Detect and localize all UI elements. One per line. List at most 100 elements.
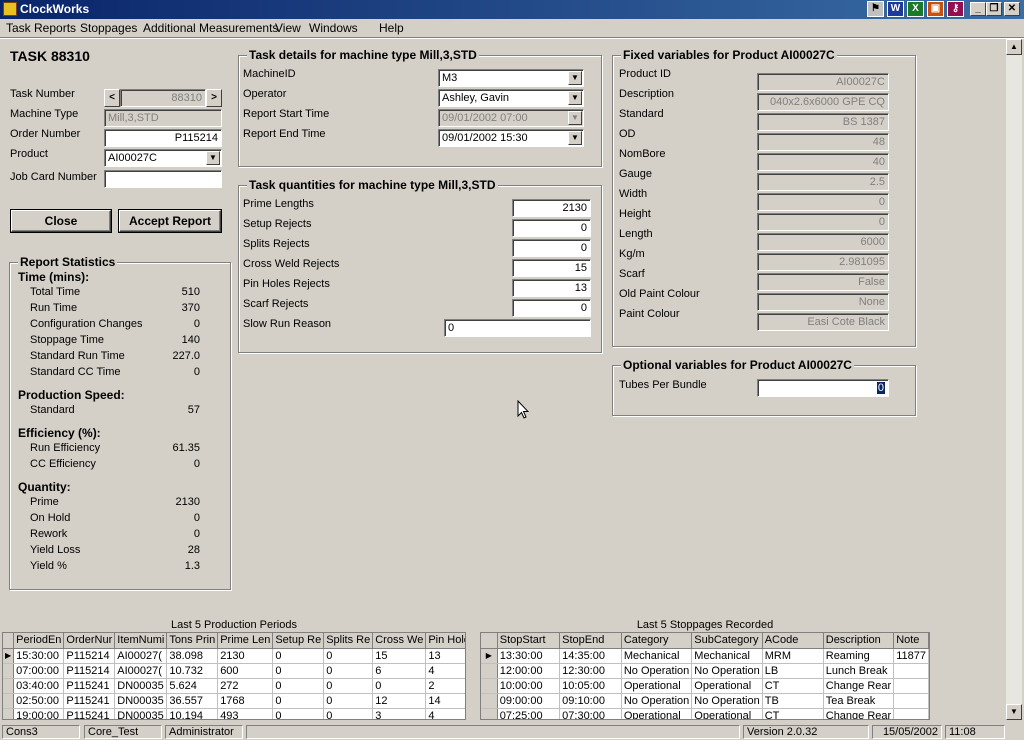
product-select[interactable]: AI00027C ▼	[104, 149, 222, 167]
table-cell: Mechanical	[621, 648, 693, 664]
row-selector[interactable]	[3, 693, 15, 709]
row-selector[interactable]	[481, 708, 498, 719]
row-selector[interactable]	[3, 663, 15, 679]
table-row[interactable]: 09:00:00 09:10:00 No Operation No Operation…	[481, 693, 929, 709]
table-row[interactable]: 07:25:00 07:30:00 Operational Operational CT…	[481, 708, 929, 719]
detail-value-operator: Ashley, Gavin	[442, 92, 510, 104]
table-row[interactable]: 19:00:00P115241DN0003510.19449300340	[3, 708, 465, 719]
vertical-scrollbar[interactable]: ▲ ▼	[1006, 39, 1022, 720]
word-icon[interactable]: W	[887, 1, 904, 17]
table-cell: 3	[372, 708, 427, 719]
table-row[interactable]: 03:40:00P115241DN000355.62427200020	[3, 678, 465, 694]
table-cell: TB	[762, 693, 824, 709]
row-selector[interactable]	[3, 678, 15, 694]
column-header-subcategory[interactable]: SubCategory	[691, 633, 763, 649]
menu-help[interactable]: Help	[379, 21, 404, 35]
close-button[interactable]: Close	[11, 210, 111, 232]
table-row[interactable]: 07:00:00P115214AI00027(10.73260000640	[3, 663, 465, 679]
column-header-ordernur[interactable]: OrderNur	[63, 633, 116, 649]
table-cell: P115214	[63, 648, 116, 664]
row-selector[interactable]: ▶	[481, 648, 498, 664]
qty-field-splits-rejects[interactable]: 0	[512, 239, 591, 257]
windows-flag-icon[interactable]: ⚑	[867, 1, 884, 17]
excel-icon[interactable]: X	[907, 1, 924, 17]
detail-select-report-end-time[interactable]: 09/01/2002 15:30 ▼	[438, 129, 584, 147]
row-selector[interactable]	[3, 708, 15, 719]
order-number-field[interactable]: P115214	[104, 129, 222, 147]
table-row[interactable]: 02:50:00P115241DN0003536.55717680012140	[3, 693, 465, 709]
column-header-acode[interactable]: ACode	[762, 633, 824, 649]
menu-additional-measurements[interactable]: Additional Measurements	[143, 21, 278, 35]
stats-heading: Efficiency (%):	[18, 426, 101, 440]
column-header-perioden[interactable]: PeriodEn	[13, 633, 65, 649]
chevron-down-icon[interactable]: ▼	[568, 71, 582, 85]
stoppages-table: StopStart StopEnd Category SubCategory ACode…	[481, 633, 929, 719]
column-header-description[interactable]: Description	[823, 633, 895, 649]
chevron-down-icon[interactable]: ▼	[206, 151, 220, 165]
menu-stoppages[interactable]: Stoppages	[80, 21, 137, 35]
table-cell: 4	[425, 708, 465, 719]
slow-run-reason-field[interactable]: 0	[444, 319, 591, 337]
column-header-splits-re[interactable]: Splits Re	[323, 633, 374, 649]
column-header-stopstart[interactable]: StopStart	[497, 633, 561, 649]
powerpoint-icon[interactable]: ▣	[927, 1, 944, 17]
column-header-stopend[interactable]: StopEnd	[559, 633, 622, 649]
qty-field-pin-holes-rejects[interactable]: 13	[512, 279, 591, 297]
access-icon[interactable]: ⚷	[947, 1, 964, 17]
stat-label-total-time: Total Time	[30, 286, 81, 298]
detail-select-machineid[interactable]: M3 ▼	[438, 69, 584, 87]
menu-windows[interactable]: Windows	[309, 21, 358, 35]
column-header-tons-prin[interactable]: Tons Prin	[166, 633, 219, 649]
qty-field-prime-lengths[interactable]: 2130	[512, 199, 591, 217]
row-selector[interactable]	[481, 678, 498, 694]
table-row[interactable]: ▶ 15:30:00 P115214 AI00027(38.098 2130 0 0 15 13…	[3, 648, 465, 664]
scroll-down-icon[interactable]: ▼	[1006, 704, 1022, 720]
next-task-button[interactable]: >	[206, 89, 222, 107]
column-header-setup-re[interactable]: Setup Re	[272, 633, 325, 649]
column-header-pin-holes[interactable]: Pin Holes	[425, 633, 465, 649]
prev-task-button[interactable]: <	[104, 89, 120, 107]
qty-label-prime-lengths: Prime Lengths	[243, 198, 314, 210]
qty-field-cross-weld-rejects[interactable]: 15	[512, 259, 591, 277]
column-header-prime-len[interactable]: Prime Len	[217, 633, 274, 649]
qty-field-scarf-rejects[interactable]: 0	[512, 299, 591, 317]
production-periods-table: PeriodEn OrderNur ItemNumi Tons Prin Prime L…	[3, 633, 465, 719]
fixed-label-width: Width	[619, 188, 648, 200]
row-selector[interactable]: ▶	[3, 648, 15, 664]
menu-task-reports[interactable]: Task Reports	[6, 21, 76, 35]
table-row[interactable]: 12:00:00 12:30:00 No Operation No Operation…	[481, 663, 929, 679]
table-cell: 0	[323, 648, 374, 664]
minimize-button[interactable]: _	[970, 2, 986, 16]
qty-label-cross-weld-rejects: Cross Weld Rejects	[243, 258, 340, 270]
column-header-category[interactable]: Category	[621, 633, 693, 649]
table-cell: DN00035	[114, 693, 168, 709]
accept-report-button[interactable]: Accept Report	[119, 210, 221, 232]
table-cell: 03:40:00	[13, 678, 65, 694]
row-selector[interactable]	[481, 663, 498, 679]
detail-label-operator: Operator	[243, 88, 287, 100]
grid-corner	[481, 633, 498, 649]
job-card-field[interactable]	[104, 170, 222, 188]
table-cell: 10.732	[166, 663, 219, 679]
table-row[interactable]: ▶ 13:30:00 14:35:00 Mechanical Mechanical MRM…	[481, 648, 929, 664]
production-periods-grid[interactable]: PeriodEn OrderNur ItemNumi Tons Prin Prime L…	[2, 632, 466, 720]
column-header-itemnumi[interactable]: ItemNumi	[114, 633, 168, 649]
column-header-note[interactable]: Note	[893, 633, 929, 649]
table-cell: 15	[372, 648, 427, 664]
chevron-down-icon[interactable]: ▼	[568, 131, 582, 145]
stoppages-caption: Last 5 Stoppages Recorded	[636, 619, 774, 631]
scroll-up-icon[interactable]: ▲	[1006, 39, 1022, 55]
menu-view[interactable]: View	[275, 21, 301, 35]
column-header-cross-we[interactable]: Cross We	[372, 633, 427, 649]
table-row[interactable]: 10:00:00 10:05:00 Operational Operational CT…	[481, 678, 929, 694]
close-window-button[interactable]: ✕	[1004, 2, 1020, 16]
status-database: Cons3	[2, 725, 80, 739]
stoppages-grid[interactable]: StopStart StopEnd Category SubCategory ACode…	[480, 632, 930, 720]
tubes-per-bundle-field[interactable]: 0	[757, 379, 889, 397]
chevron-down-icon[interactable]: ▼	[568, 91, 582, 105]
detail-select-operator[interactable]: Ashley, Gavin ▼	[438, 89, 584, 107]
qty-field-setup-rejects[interactable]: 0	[512, 219, 591, 237]
row-selector[interactable]	[481, 693, 498, 709]
table-cell: Tea Break	[823, 693, 895, 709]
restore-button[interactable]: ❐	[986, 2, 1002, 16]
